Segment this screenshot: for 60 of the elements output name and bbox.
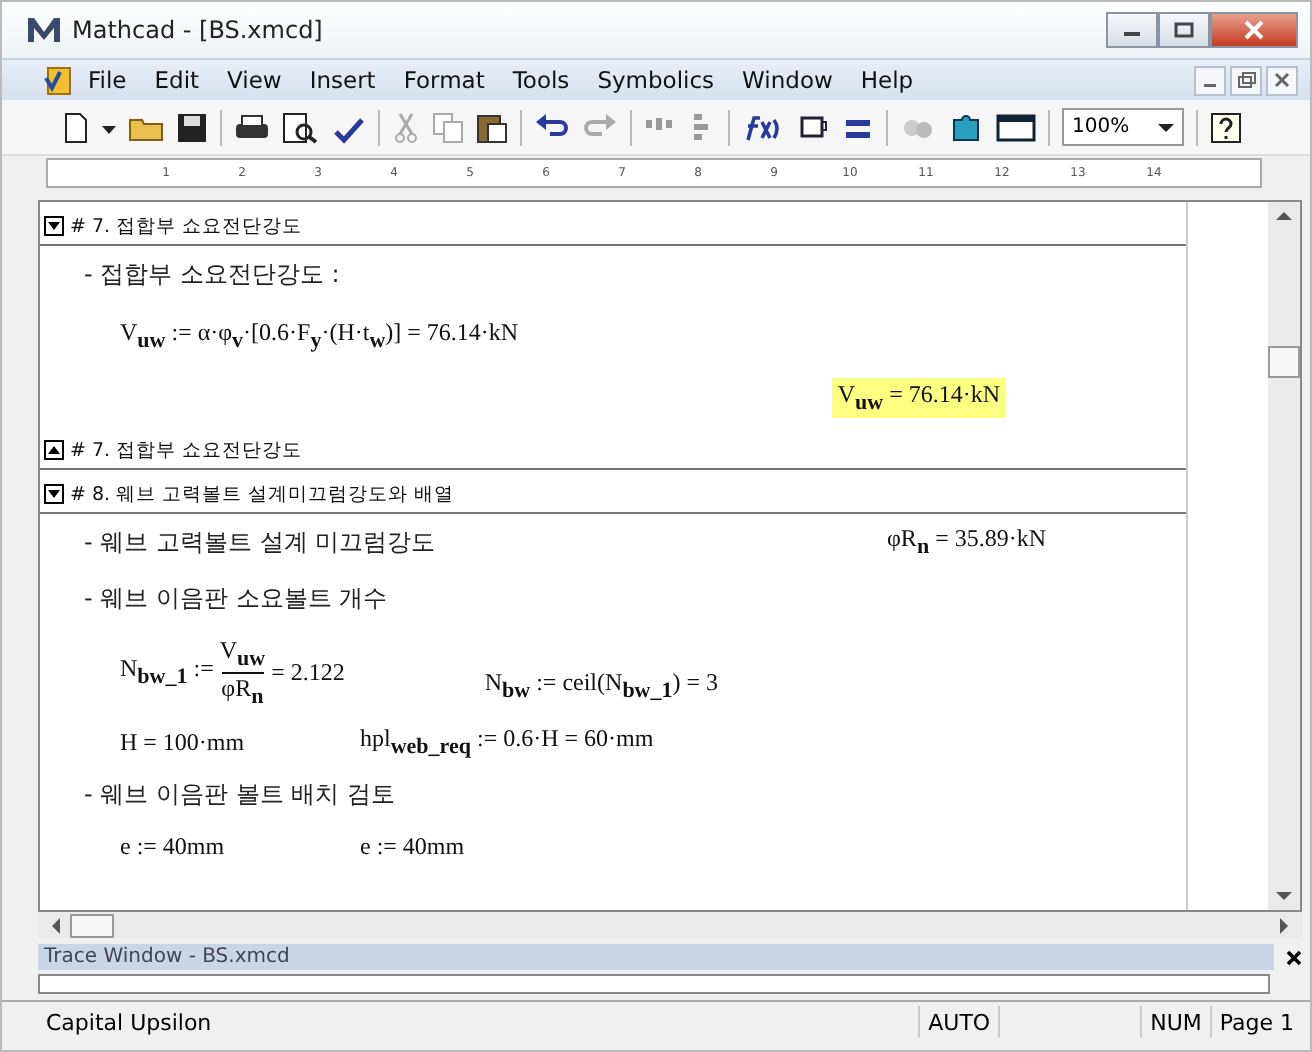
scroll-left-icon[interactable] [50,917,62,933]
scroll-up-icon[interactable] [1276,210,1292,222]
collapse-toggle-icon[interactable] [44,216,64,236]
text-region: - 웨브 이음판 소요볼트 개수 [84,581,388,615]
paste-icon[interactable] [476,111,508,143]
math-expression: e := 40mm [360,831,465,861]
maximize-icon [1174,22,1194,38]
text-region: - 웨브 고력볼트 설계 미끄럼강도 [84,525,436,559]
minimize-button[interactable] [1106,12,1158,48]
save-icon[interactable] [176,111,208,143]
status-text: AUTO [918,1006,1001,1038]
region-title: # 7. 접합부 쇼요전단강도 [70,213,303,239]
scroll-right-icon[interactable] [1278,917,1290,933]
window-title: Mathcad - [BS.xmcd] [72,16,323,44]
horizontal-scrollbar[interactable] [38,912,1302,938]
restore-icon [1237,72,1255,88]
menu-item[interactable]: Format [389,66,499,94]
math-result: = 2.122 [271,657,345,687]
document-icon [42,64,74,96]
print-preview-icon[interactable] [282,111,318,143]
math-expression: H = 100·mm [120,727,247,757]
window-icon[interactable] [996,111,1036,143]
vertical-scrollbar[interactable] [1268,202,1300,910]
close-button[interactable] [1266,65,1298,95]
close-icon [1242,20,1266,40]
m-logo-icon [26,16,62,44]
new-document-icon[interactable] [62,111,90,143]
print-icon[interactable] [234,111,270,143]
scroll-down-icon[interactable] [1276,890,1292,902]
zoom-dropdown[interactable]: 100% [1062,108,1184,146]
help-icon[interactable] [1209,111,1242,143]
menu-item[interactable]: View [213,66,296,94]
trace-window-title: Trace Window - BS.xmcd [44,946,290,968]
maximize-button[interactable] [1158,12,1210,48]
scrollbar-thumb[interactable] [70,913,114,937]
close-icon[interactable] [1286,949,1302,965]
region-title: # 7. 접합부 쇼요전단강도 [70,437,303,463]
close-button[interactable] [1210,12,1298,48]
menu-item[interactable]: Window [728,66,847,94]
restore-button[interactable] [1230,65,1262,95]
math-expression: e := 40mm [120,831,227,861]
region-title: # 8. 웨브 고력볼트 설계미끄럼강도와 배열 [70,481,455,507]
close-icon [1274,72,1290,88]
caret-icon [1157,121,1174,133]
collapse-toggle-icon[interactable] [44,484,64,504]
text-region: - 접합부 소요전단강도 : [84,257,340,291]
scrollbar-thumb[interactable] [1268,346,1300,378]
status-text: NUM [1140,1006,1210,1038]
status-text: Page 1 [1209,1006,1302,1038]
puzzle-icon[interactable] [948,111,984,143]
status-text: Capital Upsilon [44,1007,214,1038]
menu-item[interactable]: File [74,66,141,94]
minimize-button[interactable] [1194,65,1226,95]
menu-item[interactable]: Edit [140,66,214,94]
menu-item[interactable]: Tools [498,66,584,94]
menu-item[interactable]: Symbolics [583,66,729,94]
menu-item[interactable]: Insert [295,66,390,94]
menu-item[interactable]: Help [846,66,928,94]
text-region: - 웨브 이음판 볼트 배치 검토 [84,777,395,811]
expand-toggle-icon[interactable] [44,440,64,460]
